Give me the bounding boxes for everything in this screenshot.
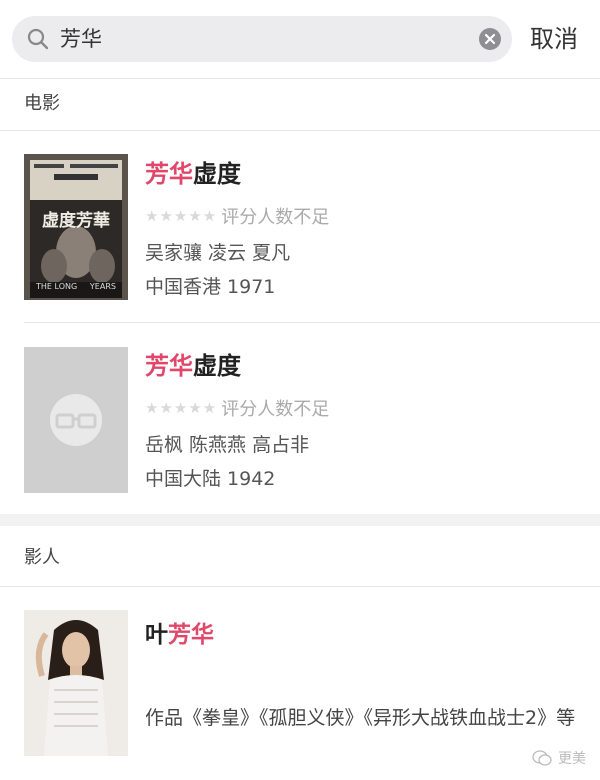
rating-text: 评分人数不足 (221, 399, 330, 420)
divider (0, 586, 600, 587)
title-rest: 虚度 (193, 160, 241, 188)
watermark-text: 更美 (558, 751, 586, 767)
star-rating-icon: ★★★★★ (145, 207, 218, 225)
person-name: 叶芳华 (145, 620, 214, 650)
search-box[interactable]: 芳华 (12, 16, 512, 62)
movie-title: 芳华虚度 (145, 350, 241, 382)
rating-row: ★★★★★ 评分人数不足 (145, 203, 329, 228)
person-works: 作品《拳皇》《孤胆义侠》《异形大战铁血战士2》等 (145, 707, 576, 729)
star-rating-icon: ★★★★★ (145, 399, 218, 417)
section-header-movies: 电影 (24, 93, 60, 114)
divider (0, 78, 600, 79)
search-bar: 芳华 取消 (0, 0, 600, 78)
person-photo (24, 610, 128, 756)
poster-tagline: THE LONG YEARS (36, 282, 116, 291)
divider (24, 322, 600, 323)
name-highlight: 芳华 (168, 622, 214, 648)
placeholder-glasses-icon (24, 347, 128, 493)
title-highlight: 芳华 (145, 160, 193, 188)
movie-poster-placeholder (24, 347, 128, 493)
section-header-people: 影人 (24, 547, 60, 568)
divider (0, 130, 600, 131)
section-gap (0, 514, 600, 526)
movie-poster: 虚度芳華 THE LONG YEARS (24, 154, 128, 300)
movie-cast: 岳枫 陈燕燕 高占非 (145, 434, 310, 456)
cancel-button[interactable]: 取消 (530, 22, 578, 56)
poster-title-text: 虚度芳華 (42, 211, 110, 231)
movie-cast: 吴家骧 凌云 夏凡 (145, 242, 291, 264)
name-prefix: 叶 (145, 622, 168, 648)
movie-region-year: 中国大陆 1942 (145, 468, 276, 490)
search-icon (27, 28, 49, 50)
wechat-icon (532, 750, 552, 766)
rating-text: 评分人数不足 (221, 207, 330, 228)
watermark: 更美 (532, 748, 586, 768)
title-highlight: 芳华 (145, 352, 193, 380)
movie-title: 芳华虚度 (145, 158, 241, 190)
clear-icon[interactable] (478, 27, 502, 51)
title-rest: 虚度 (193, 352, 241, 380)
movie-region-year: 中国香港 1971 (145, 276, 276, 298)
search-input[interactable]: 芳华 (60, 25, 102, 53)
rating-row: ★★★★★ 评分人数不足 (145, 395, 329, 420)
